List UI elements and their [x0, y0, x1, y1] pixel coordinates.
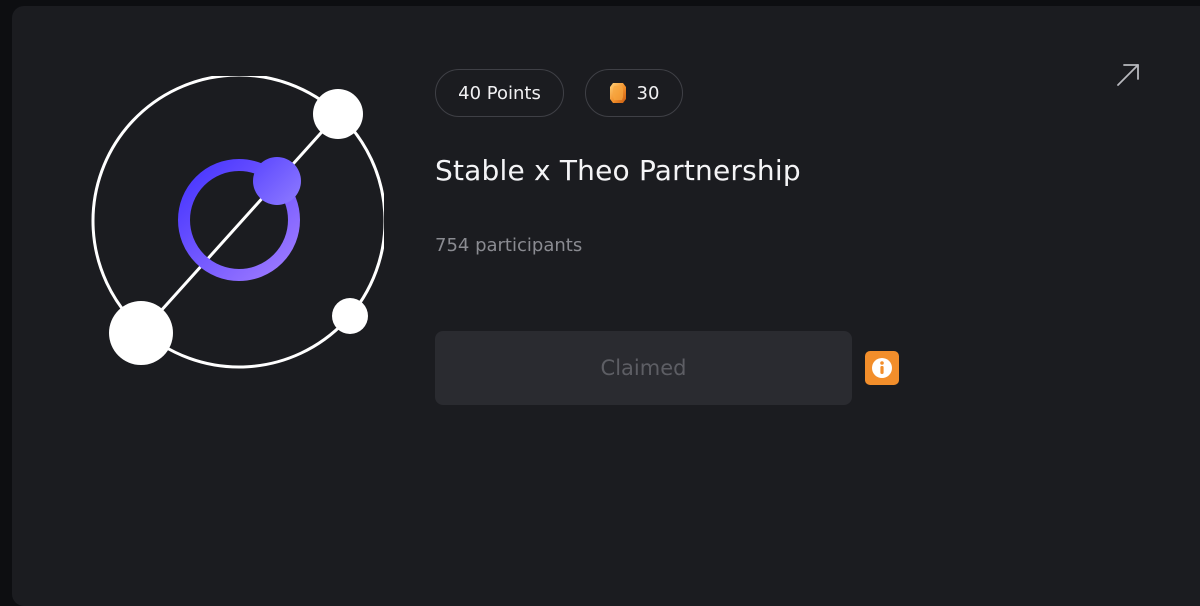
orbit-logo-icon: [91, 76, 384, 369]
claimed-button[interactable]: Claimed: [435, 331, 852, 405]
gems-value: 30: [636, 82, 660, 104]
orange-gem-icon: [609, 83, 626, 103]
participants-count: 754 participants: [435, 235, 583, 256]
points-label: 40 Points: [458, 82, 541, 104]
quest-title: Stable x Theo Partnership: [435, 154, 801, 187]
info-glyph-icon: [872, 358, 892, 378]
info-icon[interactable]: [865, 351, 899, 385]
gems-badge: 30: [585, 69, 683, 117]
points-badge: 40 Points: [435, 69, 564, 117]
quest-card: 40 Points 30 Stable x Theo Partnership 7…: [12, 6, 1200, 606]
claimed-button-label: Claimed: [600, 356, 687, 380]
arrow-up-right-icon[interactable]: [1114, 61, 1142, 89]
